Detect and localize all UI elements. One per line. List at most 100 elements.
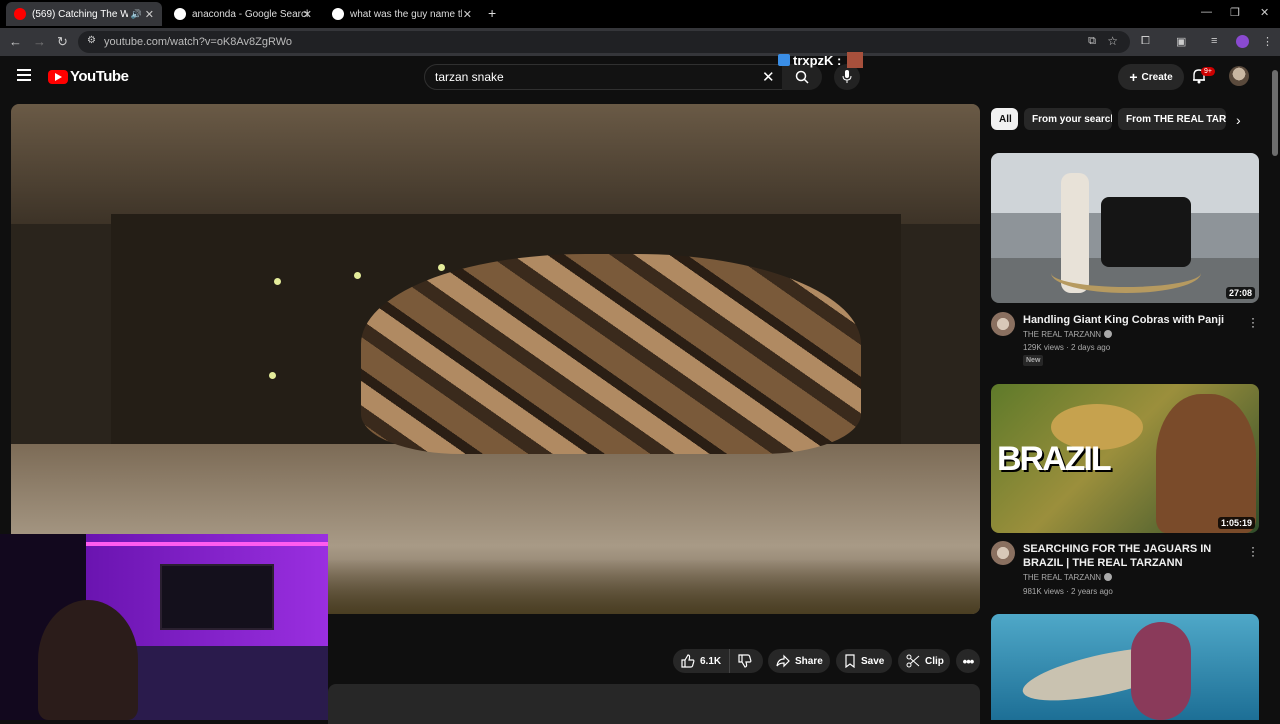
- video-title[interactable]: SEARCHING FOR THE JAGUARS IN BRAZIL | TH…: [1023, 542, 1243, 570]
- video-meta: 129K views · 2 days ago: [1023, 343, 1111, 352]
- chevron-right-icon[interactable]: ›: [1236, 112, 1241, 128]
- close-window-icon[interactable]: ✕: [1260, 6, 1269, 19]
- search-query: tarzan snake: [435, 70, 504, 84]
- channel-avatar[interactable]: [991, 541, 1015, 565]
- new-tab-button[interactable]: +: [488, 5, 496, 21]
- url-field[interactable]: ⚙ youtube.com/watch?v=oK8Av8ZgRWo ⧉ ☆: [78, 31, 1130, 53]
- new-badge: New: [1023, 355, 1044, 366]
- verified-icon: [1104, 573, 1113, 581]
- plus-icon: +: [1129, 69, 1138, 85]
- man-figure: [1156, 394, 1256, 533]
- video-thumbnail[interactable]: [991, 614, 1259, 720]
- profile-icon[interactable]: [1236, 35, 1249, 48]
- clip-button[interactable]: Clip: [898, 649, 950, 673]
- notification-count-badge: 9+: [1201, 67, 1215, 76]
- couch: [120, 646, 328, 720]
- video-title[interactable]: Handling Giant King Cobras with Panji: [1023, 313, 1243, 327]
- google-favicon-icon: [332, 8, 344, 20]
- search-input[interactable]: tarzan snake: [424, 64, 790, 90]
- tab-title: what was the guy name that go: [350, 8, 462, 20]
- verified-icon: [1104, 330, 1113, 338]
- google-favicon-icon: [174, 8, 186, 20]
- youtube-play-icon: [48, 69, 68, 84]
- tab-youtube[interactable]: (569) Catching The Worlds 🔊 ✕: [6, 2, 162, 26]
- wall-picture: [160, 564, 274, 630]
- chip-from-channel[interactable]: From THE REAL TARZA: [1118, 108, 1226, 130]
- thumbnail-text: BRAZIL: [997, 440, 1112, 478]
- thumbs-down-icon: [738, 654, 752, 668]
- stream-overlay-username: trxpzK :: [778, 52, 864, 68]
- hamburger-menu-icon[interactable]: [17, 69, 31, 81]
- like-button[interactable]: 6.1K: [673, 649, 729, 673]
- share-icon: [776, 654, 790, 668]
- video-frame-ceiling: [11, 104, 980, 224]
- search-icon: [795, 70, 809, 84]
- user-avatar[interactable]: [1229, 66, 1249, 86]
- create-button[interactable]: + Create: [1118, 64, 1184, 90]
- thumbs-up-icon: [681, 654, 695, 668]
- chip-all[interactable]: All: [991, 108, 1018, 130]
- channel-name[interactable]: THE REAL TARZANN: [1023, 330, 1113, 339]
- create-label: Create: [1141, 71, 1173, 83]
- clip-label: Clip: [925, 655, 944, 667]
- more-actions-button[interactable]: •••: [956, 649, 980, 673]
- clear-search-icon[interactable]: ✕: [762, 68, 775, 86]
- description-box[interactable]: [328, 684, 980, 724]
- channel-name-text: THE REAL TARZANN: [1023, 330, 1102, 339]
- video-menu-icon[interactable]: · · ·: [1250, 312, 1256, 332]
- back-icon[interactable]: ←: [9, 34, 22, 49]
- close-tab-icon[interactable]: ✕: [145, 8, 154, 21]
- close-tab-icon[interactable]: ✕: [463, 8, 472, 21]
- youtube-favicon-icon: [14, 8, 26, 20]
- channel-avatar[interactable]: [991, 312, 1015, 336]
- cast-icon[interactable]: ▣: [1176, 35, 1186, 48]
- youtube-header: YouTube tarzan snake ✕ + Create 9+: [0, 56, 1280, 98]
- youtube-logo[interactable]: YouTube: [48, 68, 129, 85]
- video-thumbnail[interactable]: BRAZIL 1:05:19: [991, 384, 1259, 533]
- channel-name[interactable]: THE REAL TARZANN: [1023, 573, 1113, 582]
- dislike-button[interactable]: [729, 649, 763, 673]
- video-menu-icon[interactable]: · · ·: [1250, 541, 1256, 561]
- page-scrollbar[interactable]: [1272, 70, 1278, 156]
- tab-google-question[interactable]: what was the guy name that go ✕: [324, 2, 480, 26]
- diver-figure: [1131, 622, 1191, 720]
- browser-tab-bar: (569) Catching The Worlds 🔊 ✕ anaconda -…: [0, 0, 1280, 28]
- light-spot: [438, 264, 445, 271]
- menu-icon[interactable]: ⋮: [1262, 35, 1273, 48]
- more-horizontal-icon: •••: [962, 653, 975, 669]
- overlay-avatar: [847, 52, 864, 68]
- overlay-username-text: trxpzK :: [793, 52, 842, 68]
- bookmark-star-icon[interactable]: ☆: [1107, 34, 1118, 48]
- site-info-icon[interactable]: ⚙: [87, 35, 96, 46]
- streamer: [38, 600, 138, 720]
- speaker-icon[interactable]: 🔊: [131, 9, 142, 20]
- close-tab-icon[interactable]: ✕: [303, 8, 312, 21]
- video-thumbnail[interactable]: 27:08: [991, 153, 1259, 303]
- restore-icon[interactable]: ❐: [1230, 6, 1240, 19]
- light-spot: [274, 278, 281, 285]
- led-strip: [86, 542, 328, 546]
- game-icon: [778, 54, 790, 66]
- video-duration: 27:08: [1225, 287, 1255, 299]
- minimize-icon[interactable]: —: [1201, 6, 1212, 18]
- snake-image: [361, 254, 861, 454]
- share-button[interactable]: Share: [768, 649, 830, 673]
- save-button[interactable]: Save: [836, 649, 892, 673]
- webcam-overlay: [0, 534, 328, 720]
- url-text: youtube.com/watch?v=oK8Av8ZgRWo: [104, 36, 293, 48]
- light-spot: [354, 272, 361, 279]
- reload-icon[interactable]: ↻: [57, 34, 68, 50]
- address-bar: ← → ↻ ⚙ youtube.com/watch?v=oK8Av8ZgRWo …: [0, 28, 1280, 56]
- extensions-icon[interactable]: ⧠: [1141, 35, 1150, 48]
- scissors-icon: [906, 654, 920, 668]
- tab-google-anaconda[interactable]: anaconda - Google Search ✕: [166, 2, 320, 26]
- cobra-shape: [1051, 253, 1201, 293]
- tab-title: anaconda - Google Search: [192, 8, 308, 20]
- chip-from-your-search[interactable]: From your search: [1024, 108, 1112, 130]
- media-icon[interactable]: ≡: [1211, 35, 1217, 47]
- video-meta: 981K views · 2 years ago: [1023, 587, 1113, 596]
- forward-icon[interactable]: →: [33, 34, 46, 49]
- microphone-icon: [842, 70, 852, 83]
- install-icon[interactable]: ⧉: [1088, 35, 1096, 48]
- tab-title: (569) Catching The Worlds: [32, 8, 128, 20]
